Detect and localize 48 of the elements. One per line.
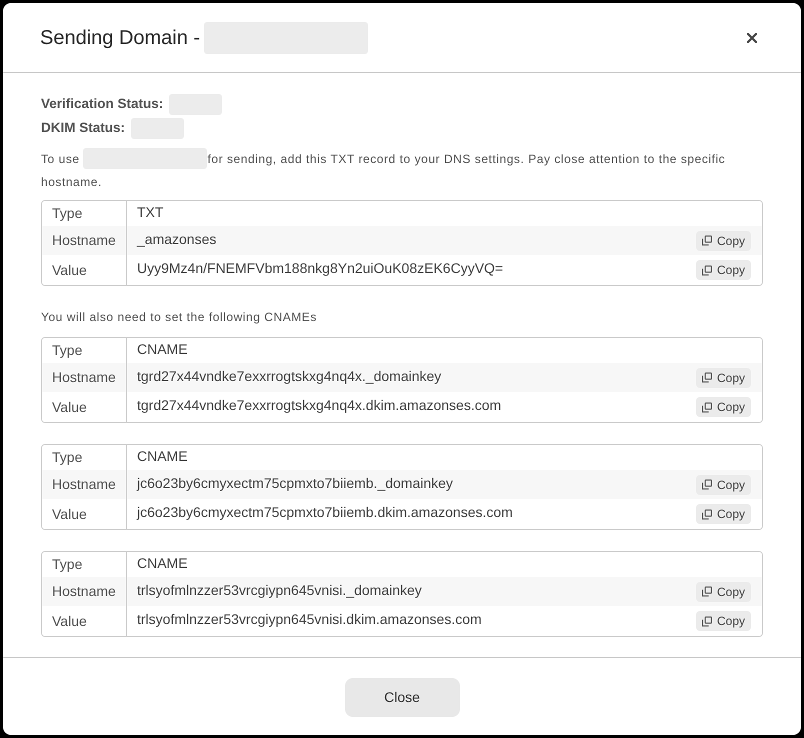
field-value: trlsyofmlnzzer53vrcgiypn645vnisi.dkim.amazonses.com — [137, 610, 482, 629]
field-value: tgrd27x44vndke7exxrrogtskxg4nq4x._domainkey — [137, 366, 442, 386]
copy-icon — [702, 508, 712, 520]
copy-icon — [702, 235, 712, 246]
copy-button[interactable]: Copy — [696, 260, 751, 280]
field-value: CNAME — [137, 554, 188, 572]
close-icon — [747, 32, 757, 42]
copy-button[interactable]: Copy — [696, 582, 751, 602]
copy-button[interactable]: Copy — [696, 230, 751, 250]
field-label: Hostname — [52, 582, 116, 601]
field-value: _amazonses — [137, 230, 216, 249]
status-label: DKIM Status: — [41, 118, 125, 137]
status-label: Verification Status: — [41, 94, 164, 113]
field-label: Type — [52, 448, 82, 467]
copy-icon — [702, 479, 712, 490]
field-value: CNAME — [137, 340, 188, 358]
close-button[interactable] — [745, 30, 759, 44]
copy-button[interactable]: Copy — [696, 368, 751, 388]
field-value: Uyy9Mz4n/FNEMFVbm188nkg8Yn2uiOuK08zEK6CyyVQ= — [137, 259, 504, 278]
field-label: Value — [52, 504, 87, 524]
field-value: tgrd27x44vndke7exxrrogtskxg4nq4x.dkim.amazonses.com — [137, 396, 502, 415]
field-label: Type — [52, 555, 82, 574]
dialog-title: Sending Domain - — [40, 26, 200, 50]
copy-button[interactable]: Copy — [696, 474, 751, 494]
field-label: Hostname — [52, 231, 116, 250]
field-value: TXT — [137, 202, 164, 222]
copy-icon — [702, 616, 712, 626]
field-label: Hostname — [52, 368, 116, 387]
copy-icon — [702, 402, 712, 412]
field-value: trlsyofmlnzzer53vrcgiypn645vnisi._domainkey — [137, 580, 422, 600]
copy-button[interactable]: Copy — [696, 504, 751, 524]
instruction-text: To use for sending, add this TXT record to your DNS settings. Pay close attention to the specific hostname. — [41, 148, 763, 194]
copy-icon — [702, 372, 712, 383]
copy-button[interactable]: Copy — [696, 611, 751, 631]
close-button[interactable]: Close — [344, 678, 460, 717]
copy-icon — [702, 586, 712, 597]
copy-icon — [702, 264, 712, 276]
field-label: Value — [52, 612, 87, 630]
copy-button[interactable]: Copy — [696, 397, 751, 417]
field-label: Value — [52, 260, 87, 280]
field-value: jc6o23by6cmyxectm75cpmxto7biiemb._domainkey — [137, 474, 453, 493]
field-label: Type — [52, 341, 82, 360]
field-label: Hostname — [52, 475, 116, 494]
field-value: CNAME — [137, 446, 188, 466]
field-label: Value — [52, 398, 87, 416]
cname-note: You will also need to set the following CNAMEs — [41, 309, 318, 326]
field-value: jc6o23by6cmyxectm75cpmxto7biiemb.dkim.amazonses.com — [137, 503, 513, 522]
field-label: Type — [52, 204, 82, 223]
